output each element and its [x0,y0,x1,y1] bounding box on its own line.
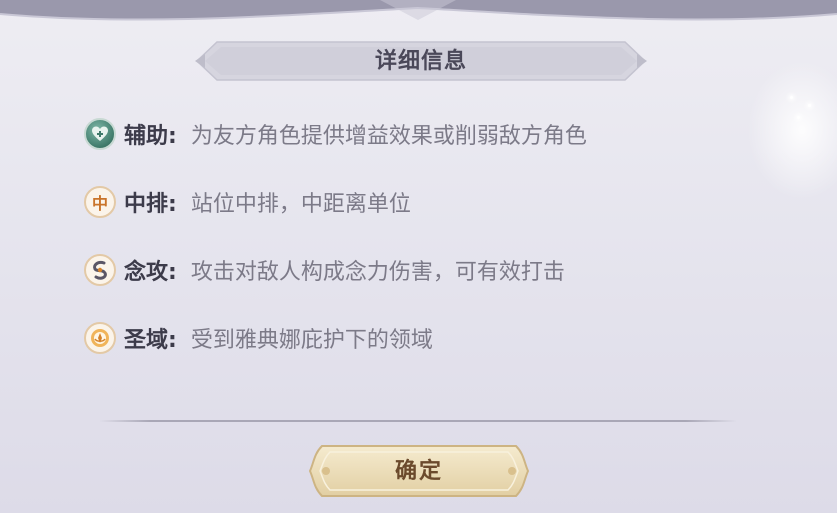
psychic-attack-swirl-icon [84,254,116,286]
trait-description: 受到雅典娜庇护下的领域 [190,328,433,353]
confirm-button-label: 确定 [394,458,443,484]
sanctuary-athena-icon [84,322,116,354]
middle-row-icon: 中 [84,186,116,218]
dialog-top-frame [0,0,837,21]
trait-description: 站位中排，中距离单位 [190,192,411,217]
trait-description: 为友方角色提供增益效果或削弱敌方角色 [190,124,587,149]
trait-label: 念攻: [124,260,177,285]
divider [99,420,737,422]
trait-label: 中排: [124,192,177,217]
middle-row-glyph: 中 [91,194,108,213]
detail-info-dialog: 详细信息 辅助: 为友方角色提供增益效果或削弱敌方角色 中 中排: 站位中排，中… [0,0,837,513]
trait-description: 攻击对敌人构成念力伤害，可有效打击 [190,260,565,285]
sparkle [790,96,793,99]
trait-row-psychic: 念攻: 攻击对敌人构成念力伤害，可有效打击 [84,250,654,290]
trait-row-sanctuary: 圣域: 受到雅典娜庇护下的领域 [84,318,654,358]
confirm-button[interactable]: 确定 [308,440,530,502]
trait-row-support: 辅助: 为友方角色提供增益效果或削弱敌方角色 [84,114,654,154]
trait-label: 辅助: [124,124,177,149]
corner-glow [747,60,837,200]
trait-label: 圣域: [124,328,177,353]
sparkle [808,104,811,107]
trait-row-middle: 中 中排: 站位中排，中距离单位 [84,182,654,222]
title-banner: 详细信息 [195,40,647,82]
dialog-title: 详细信息 [374,48,467,74]
sparkle [797,116,800,119]
support-heart-icon [84,118,116,150]
